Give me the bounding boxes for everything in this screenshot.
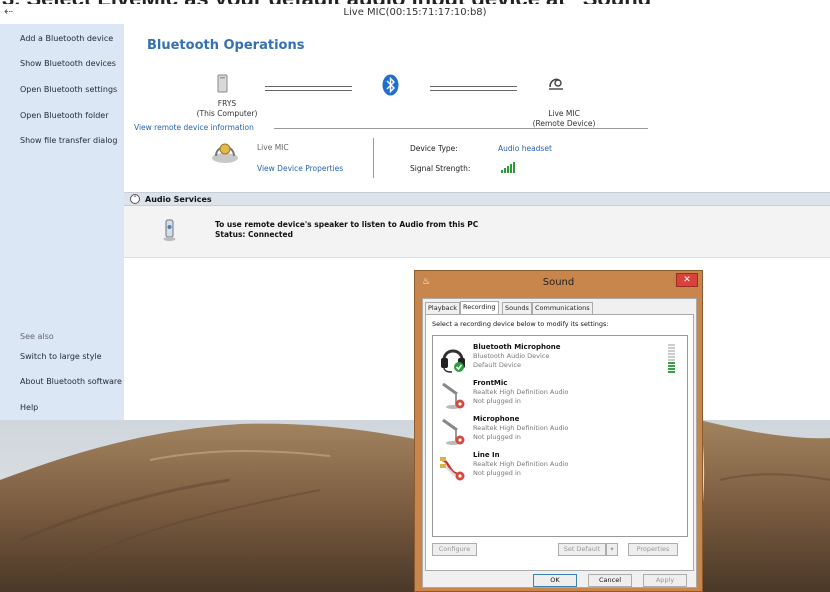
set-default-button[interactable]: Set Default [558, 543, 606, 556]
recording-tab-page: Select a recording device below to modif… [425, 314, 694, 571]
window-title-bar: ⇠ Live MIC(00:15:71:17:10:b8) [0, 4, 830, 22]
device-driver: Realtek High Definition Audio [473, 424, 569, 432]
page-title: Bluetooth Operations [147, 38, 305, 53]
sound-dialog-title: Sound [542, 277, 575, 288]
audio-service-description: To use remote device's speaker to listen… [215, 220, 479, 229]
device-driver: Realtek High Definition Audio [473, 460, 569, 468]
ok-button[interactable]: OK [533, 574, 577, 587]
sound-dialog-body: Playback Recording Sounds Communications… [422, 298, 697, 588]
device-item-microphone[interactable]: Microphone Realtek High Definition Audio… [437, 414, 683, 450]
device-name: Line In [473, 451, 500, 459]
add-bluetooth-device-link[interactable]: Add a Bluetooth device [20, 34, 113, 43]
open-bluetooth-settings-link[interactable]: Open Bluetooth settings [20, 85, 117, 94]
tab-sounds[interactable]: Sounds [502, 302, 532, 314]
bluetooth-icon [382, 74, 399, 96]
show-bluetooth-devices-link[interactable]: Show Bluetooth devices [20, 59, 116, 68]
microphone-device-icon [549, 78, 563, 90]
device-item-bluetooth-microphone[interactable]: Bluetooth Microphone Bluetooth Audio Dev… [437, 342, 683, 378]
task-sidebar: Add a Bluetooth device Show Bluetooth de… [0, 24, 124, 420]
device-name: Bluetooth Microphone [473, 343, 561, 351]
connection-line-right-2 [430, 90, 517, 91]
connection-line-left [265, 86, 352, 87]
audio-services-header[interactable]: ⌃ Audio Services [124, 192, 830, 206]
collapse-chevron-icon[interactable]: ⌃ [130, 194, 140, 204]
open-bluetooth-folder-link[interactable]: Open Bluetooth folder [20, 111, 109, 120]
device-name-text: Live MIC [257, 143, 289, 152]
sound-dialog: ♨ Sound ✕ Playback Recording Sounds Comm… [414, 270, 703, 592]
audio-headset-device-icon [212, 143, 238, 163]
device-name: FrontMic [473, 379, 508, 387]
microphone-icon [442, 382, 465, 409]
device-status: Not plugged in [473, 469, 521, 477]
device-item-line-in[interactable]: Line In Realtek High Definition Audio No… [437, 450, 683, 486]
show-file-transfer-dialog-link[interactable]: Show file transfer dialog [20, 136, 117, 145]
window-title: Live MIC(00:15:71:17:10:b8) [343, 7, 487, 18]
audio-service-item[interactable]: To use remote device's speaker to listen… [124, 206, 830, 258]
help-link[interactable]: Help [20, 403, 38, 412]
tab-recording[interactable]: Recording [460, 301, 499, 314]
device-type-value: Audio headset [498, 144, 552, 153]
cancel-button[interactable]: Cancel [588, 574, 632, 587]
audio-service-status: Status: Connected [215, 230, 293, 239]
microphone-icon [442, 418, 465, 445]
local-device-name: FRYS [217, 99, 237, 108]
sound-dialog-title-bar[interactable]: ♨ Sound ✕ [415, 271, 702, 295]
detail-separator [373, 138, 374, 178]
configure-button[interactable]: Configure [432, 543, 477, 556]
speaker-device-icon [163, 219, 176, 241]
headset-icon [441, 349, 465, 373]
recording-device-list: Bluetooth Microphone Bluetooth Audio Dev… [432, 335, 688, 537]
device-status: Default Device [473, 361, 522, 369]
signal-strength-label: Signal Strength: [410, 164, 471, 173]
audio-services-label: Audio Services [145, 195, 212, 204]
view-remote-device-info-link[interactable]: View remote device information [134, 123, 254, 132]
recording-instruction: Select a recording device below to modif… [432, 320, 609, 328]
see-also-label: See also [20, 332, 54, 341]
connection-line-left-2 [265, 90, 352, 91]
line-in-cable-icon [440, 457, 465, 481]
close-button[interactable]: ✕ [676, 273, 698, 287]
apply-button[interactable]: Apply [643, 574, 687, 587]
view-device-properties-link[interactable]: View Device Properties [257, 164, 343, 173]
tab-communications[interactable]: Communications [532, 302, 593, 314]
properties-button[interactable]: Properties [628, 543, 678, 556]
computer-tower-icon [217, 74, 228, 93]
connection-line-right [430, 86, 517, 87]
signal-strength-icon [501, 162, 515, 173]
device-driver: Bluetooth Audio Device [473, 352, 550, 360]
tab-playback[interactable]: Playback [425, 302, 461, 314]
set-default-dropdown-icon[interactable]: ▾ [606, 543, 618, 556]
about-bluetooth-software-link[interactable]: About Bluetooth software [20, 377, 122, 386]
device-status: Not plugged in [473, 397, 521, 405]
switch-to-large-style-link[interactable]: Switch to large style [20, 352, 102, 361]
device-driver: Realtek High Definition Audio [473, 388, 569, 396]
device-name: Microphone [473, 415, 520, 423]
device-type-label: Device Type: [410, 144, 458, 153]
device-status: Not plugged in [473, 433, 521, 441]
input-level-meter [668, 344, 675, 374]
remote-device-name: Live MIC [548, 109, 580, 118]
divider-line [274, 128, 648, 129]
device-item-frontmic[interactable]: FrontMic Realtek High Definition Audio N… [437, 378, 683, 414]
local-device-role: (This Computer) [196, 109, 258, 118]
